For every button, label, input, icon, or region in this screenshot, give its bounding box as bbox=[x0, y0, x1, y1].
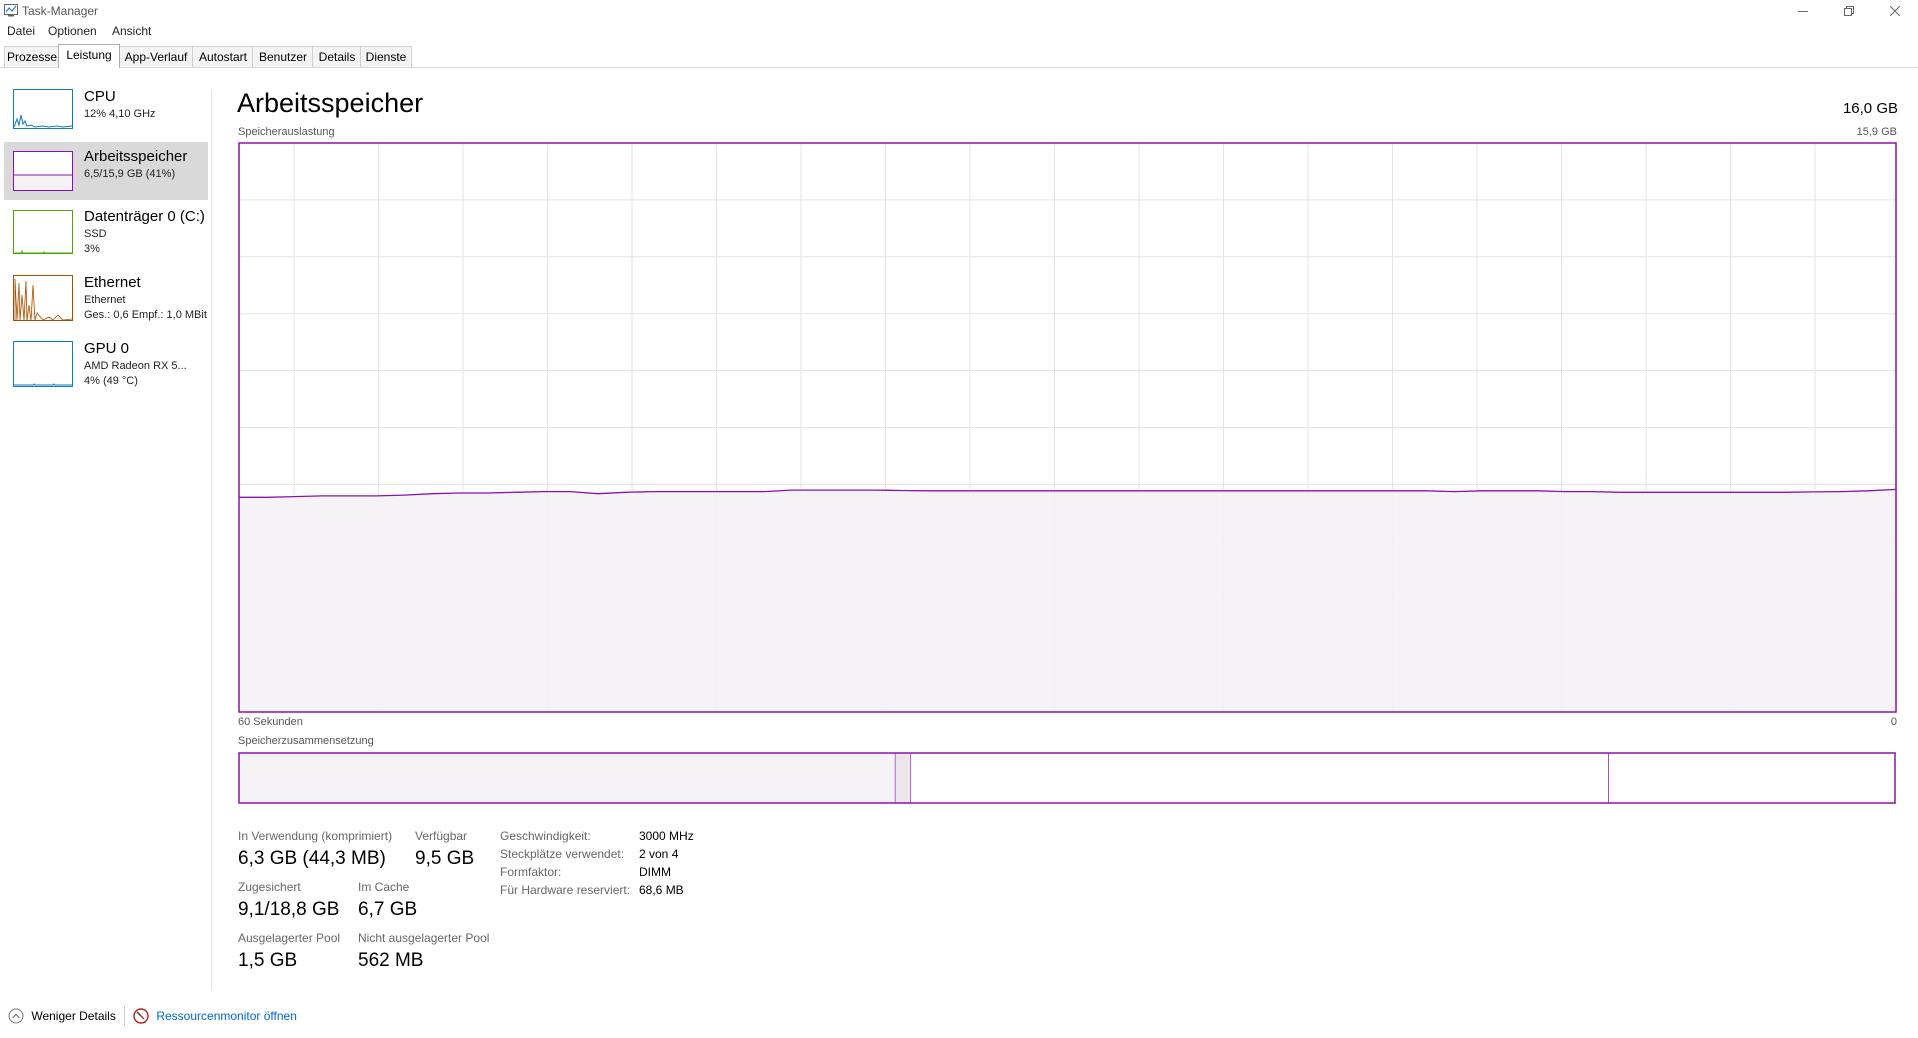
task-manager-icon bbox=[4, 4, 18, 17]
in-use-value: 6,3 GB (44,3 MB) bbox=[238, 848, 386, 869]
hardware-reserved-value: 68,6 MB bbox=[639, 883, 684, 897]
speed-label: Geschwindigkeit: bbox=[500, 829, 591, 843]
chevron-up-circle-icon bbox=[8, 1008, 24, 1024]
sidebar-detail-ethernet-throughput: Ges.: 0,6 Empf.: 1,0 MBit bbox=[84, 309, 207, 321]
minimize-icon bbox=[1798, 11, 1808, 12]
tab-leistung[interactable]: Leistung bbox=[58, 44, 120, 68]
tab-app-verlauf[interactable]: App-Verlauf bbox=[118, 46, 194, 67]
usage-chart-label: Speicherauslastung bbox=[238, 126, 335, 138]
less-details-label: Weniger Details bbox=[31, 1009, 116, 1023]
minimize-button[interactable] bbox=[1780, 0, 1826, 22]
composition-segment-geändert[interactable] bbox=[894, 752, 912, 804]
resource-monitor-icon bbox=[133, 1008, 149, 1024]
total-memory: 16,0 GB bbox=[1842, 100, 1898, 117]
sidebar-detail-disk-usage: 3% bbox=[84, 243, 100, 255]
composition-label: Speicherzusammensetzung bbox=[238, 735, 374, 747]
tab-details[interactable]: Details bbox=[312, 46, 362, 67]
cached-value: 6,7 GB bbox=[358, 899, 418, 920]
composition-segment-frei[interactable] bbox=[1608, 752, 1896, 804]
title-bar: Task-Manager bbox=[0, 0, 1918, 22]
footer-divider bbox=[124, 1006, 125, 1026]
sidebar-item-ethernet[interactable]: Ethernet Ethernet Ges.: 0,6 Empf.: 1,0 M… bbox=[4, 270, 208, 334]
committed-value: 9,1/18,8 GB bbox=[238, 899, 340, 920]
form-factor-label: Formfaktor: bbox=[500, 865, 562, 879]
disk-thumbnail-graph bbox=[13, 210, 73, 254]
memory-usage-area bbox=[239, 489, 1896, 712]
gpu-thumbnail-graph bbox=[13, 341, 73, 387]
sidebar-detail-gpu-model: AMD Radeon RX 5... bbox=[84, 360, 187, 372]
menu-ansicht[interactable]: Ansicht bbox=[112, 24, 151, 38]
restore-icon bbox=[1844, 6, 1854, 16]
sidebar-detail-disk-type: SSD bbox=[84, 228, 107, 240]
less-details-button[interactable]: Weniger Details bbox=[8, 1008, 116, 1024]
ethernet-thumbnail-graph bbox=[13, 275, 73, 321]
page-title: Arbeitsspeicher bbox=[237, 88, 424, 118]
restore-button[interactable] bbox=[1826, 0, 1872, 22]
sidebar-item-cpu[interactable]: CPU 12% 4,10 GHz bbox=[4, 86, 208, 142]
paged-pool-label: Ausgelagerter Pool bbox=[238, 931, 341, 945]
sidebar-item-arbeitsspeicher[interactable]: Arbeitsspeicher 6,5/15,9 GB (41%) bbox=[4, 142, 208, 200]
available-label: Verfügbar bbox=[415, 829, 468, 843]
sidebar-name-gpu: GPU 0 bbox=[84, 340, 130, 357]
sidebar-item-gpu[interactable]: GPU 0 AMD Radeon RX 5... 4% (49 °C) bbox=[4, 336, 208, 400]
hardware-reserved-label: Für Hardware reserviert: bbox=[500, 883, 631, 897]
slots-value: 2 von 4 bbox=[639, 847, 679, 861]
memory-thumbnail-graph bbox=[13, 151, 73, 191]
sidebar-divider bbox=[211, 90, 212, 990]
time-axis-start: 60 Sekunden bbox=[238, 716, 303, 728]
window-title: Task-Manager bbox=[22, 4, 99, 18]
in-use-label: In Verwendung (komprimiert) bbox=[238, 829, 393, 843]
cached-label: Im Cache bbox=[358, 880, 410, 894]
cpu-thumbnail-graph bbox=[13, 89, 73, 129]
tab-autostart[interactable]: Autostart bbox=[192, 46, 254, 67]
resource-monitor-link[interactable]: Ressourcenmonitor öffnen bbox=[133, 1008, 297, 1024]
tab-benutzer[interactable]: Benutzer bbox=[252, 46, 314, 67]
close-icon bbox=[1890, 6, 1900, 16]
sidebar-name-cpu: CPU bbox=[84, 88, 116, 105]
sidebar-name-memory: Arbeitsspeicher bbox=[84, 148, 188, 165]
menu-datei[interactable]: Datei bbox=[7, 24, 35, 38]
close-button[interactable] bbox=[1872, 0, 1918, 22]
composition-segment-in-verwendung[interactable] bbox=[239, 753, 896, 803]
sidebar-detail-ethernet-adapter: Ethernet bbox=[84, 294, 126, 306]
available-value: 9,5 GB bbox=[415, 848, 475, 869]
tab-dienste[interactable]: Dienste bbox=[360, 46, 412, 67]
sidebar-detail-cpu: 12% 4,10 GHz bbox=[84, 108, 156, 120]
sidebar-item-disk[interactable]: Datenträger 0 (C:) SSD 3% bbox=[4, 204, 208, 268]
menu-optionen[interactable]: Optionen bbox=[48, 24, 97, 38]
speed-value: 3000 MHz bbox=[639, 829, 694, 843]
sidebar-name-disk: Datenträger 0 (C:) bbox=[84, 208, 205, 225]
slots-label: Steckplätze verwendet: bbox=[500, 847, 625, 861]
memory-usage-chart bbox=[238, 142, 1897, 713]
nonpaged-pool-value: 562 MB bbox=[358, 950, 424, 971]
tab-prozesse[interactable]: Prozesse bbox=[4, 46, 60, 67]
paged-pool-value: 1,5 GB bbox=[238, 950, 298, 971]
sidebar-detail-gpu-usage: 4% (49 °C) bbox=[84, 375, 138, 387]
committed-label: Zugesichert bbox=[238, 880, 301, 894]
sidebar-name-ethernet: Ethernet bbox=[84, 274, 141, 291]
resource-monitor-label: Ressourcenmonitor öffnen bbox=[156, 1009, 297, 1023]
memory-composition-bar bbox=[238, 752, 1896, 804]
sidebar-detail-memory: 6,5/15,9 GB (41%) bbox=[84, 168, 176, 180]
composition-segment-standby[interactable] bbox=[910, 752, 1609, 804]
form-factor-value: DIMM bbox=[639, 865, 671, 879]
nonpaged-pool-label: Nicht ausgelagerter Pool bbox=[358, 931, 490, 945]
tab-divider bbox=[0, 67, 1918, 68]
time-axis-end: 0 bbox=[1890, 716, 1897, 728]
usage-chart-max: 15,9 GB bbox=[1856, 126, 1897, 138]
